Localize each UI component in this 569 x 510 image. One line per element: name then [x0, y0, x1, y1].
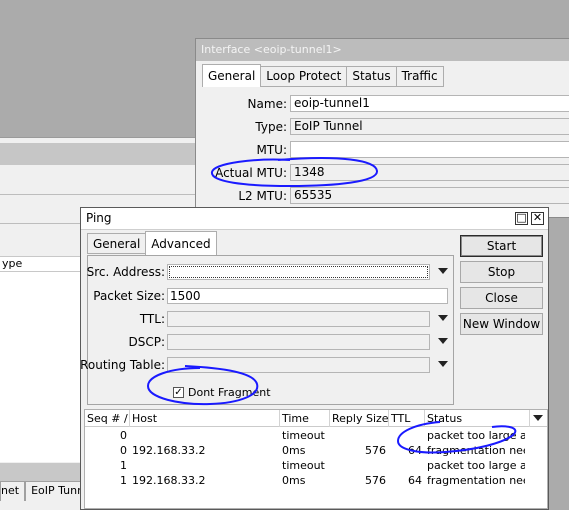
chevron-down-icon[interactable] [438, 338, 448, 344]
type-row: Type: EoIP Tunnel [196, 118, 569, 136]
actual-mtu-row: Actual MTU: 1348 [196, 164, 569, 182]
column-status[interactable]: Status [425, 410, 530, 427]
ping-window: Ping □ ✕ General Advanced Src. Address: … [80, 207, 549, 510]
table-row[interactable]: 0 timeout packet too large a... [85, 428, 547, 443]
cell-time: 0ms [282, 444, 306, 457]
packet-size-input[interactable]: 1500 [167, 288, 448, 304]
background-toolbar [0, 143, 198, 165]
table-row[interactable]: 1 timeout packet too large a... [85, 458, 547, 473]
cell-time: 0ms [282, 474, 306, 487]
cell-reply-size [330, 428, 389, 443]
interface-window: Interface <eoip-tunnel1> General Loop Pr… [195, 38, 569, 218]
table-row[interactable]: 1 192.168.33.2 0ms 576 64 fragmentation … [85, 473, 547, 488]
dont-fragment-label: Dont Fragment [188, 386, 271, 399]
ping-results-table: Seq # / Host Time Reply Size TTL Status … [84, 409, 548, 509]
cell-host [130, 428, 280, 443]
start-button[interactable]: Start [460, 235, 543, 257]
actual-mtu-label: Actual MTU: [215, 166, 287, 180]
cell-status: packet too large a... [427, 459, 525, 472]
advanced-panel: Src. Address: Packet Size: 1500 TTL: DSC… [80, 255, 455, 405]
cell-seq: 1 [120, 474, 127, 487]
table-header: Seq # / Host Time Reply Size TTL Status [85, 410, 547, 427]
interface-tabs: General Loop Protect Status Traffic [202, 64, 444, 87]
l2mtu-field: 65535 [290, 187, 569, 204]
background-tab[interactable]: net [0, 481, 26, 501]
tab-general[interactable]: General [87, 233, 147, 254]
tab-advanced[interactable]: Advanced [145, 231, 217, 255]
cell-ttl: 64 [408, 444, 422, 457]
cell-reply-size: 576 [365, 444, 386, 457]
l2mtu-label: L2 MTU: [238, 189, 287, 203]
routing-table-label: Routing Table: [80, 358, 165, 372]
column-chooser[interactable] [530, 410, 547, 427]
cell-ttl [389, 458, 425, 473]
dont-fragment-option[interactable]: ✓ Dont Fragment [173, 386, 271, 399]
column-time[interactable]: Time [280, 410, 330, 427]
ttl-label: TTL: [139, 312, 165, 326]
cell-host: 192.168.33.2 [132, 444, 206, 457]
tab-general[interactable]: General [202, 64, 262, 87]
ping-tabs: General Advanced [87, 231, 217, 255]
ttl-row: TTL: [88, 311, 455, 327]
tab-loop-protect[interactable]: Loop Protect [260, 66, 348, 87]
dscp-label: DSCP: [128, 335, 165, 349]
mtu-field[interactable] [290, 141, 569, 158]
name-label: Name: [247, 97, 287, 111]
routing-table-row: Routing Table: [80, 357, 455, 373]
cell-host [130, 458, 280, 473]
dont-fragment-checkbox[interactable]: ✓ [173, 387, 184, 398]
packet-size-row: Packet Size: 1500 [88, 288, 455, 304]
table-row[interactable]: 0 192.168.33.2 0ms 576 64 fragmentation … [85, 443, 547, 458]
actual-mtu-field: 1348 [290, 164, 569, 181]
dscp-input[interactable] [167, 334, 430, 350]
routing-table-input[interactable] [167, 357, 430, 373]
cell-ttl: 64 [408, 474, 422, 487]
cell-seq: 0 [120, 429, 127, 442]
src-address-row: Src. Address: [86, 264, 455, 280]
close-button[interactable]: Close [460, 287, 543, 309]
l2mtu-row: L2 MTU: 65535 [196, 187, 569, 205]
cell-seq: 0 [120, 444, 127, 457]
cell-seq: 1 [120, 459, 127, 472]
background-divider [0, 194, 198, 195]
ping-title-text: Ping [86, 211, 112, 225]
mtu-row: MTU: [196, 141, 569, 159]
chevron-down-icon[interactable] [533, 415, 543, 421]
packet-size-label: Packet Size: [93, 289, 165, 303]
type-field: EoIP Tunnel [290, 118, 569, 135]
new-window-button[interactable]: New Window [460, 313, 543, 335]
chevron-down-icon[interactable] [438, 268, 448, 274]
interface-window-title[interactable]: Interface <eoip-tunnel1> [196, 39, 569, 61]
column-reply-size[interactable]: Reply Size [330, 410, 389, 427]
mtu-label: MTU: [256, 143, 287, 157]
cell-status: packet too large a... [427, 429, 525, 442]
ttl-input[interactable] [167, 311, 430, 327]
column-host[interactable]: Host [130, 410, 280, 427]
name-row: Name: eoip-tunnel1 [196, 95, 569, 113]
cell-time: timeout [282, 459, 325, 472]
src-address-input[interactable] [167, 264, 430, 280]
cell-reply-size: 576 [365, 474, 386, 487]
column-ttl[interactable]: TTL [389, 410, 425, 427]
maximize-icon[interactable]: □ [515, 212, 528, 225]
cell-reply-size [330, 458, 389, 473]
stop-button[interactable]: Stop [460, 261, 543, 283]
cell-ttl [389, 428, 425, 443]
dscp-row: DSCP: [88, 334, 455, 350]
cell-status: fragmentation nee... [427, 474, 525, 487]
column-seq[interactable]: Seq # / [85, 410, 130, 427]
chevron-down-icon[interactable] [438, 315, 448, 321]
close-icon[interactable]: ✕ [531, 212, 544, 225]
type-label: Type: [255, 120, 287, 134]
cell-time: timeout [282, 429, 325, 442]
cell-status: fragmentation nee... [427, 444, 525, 457]
tab-status[interactable]: Status [346, 66, 397, 87]
src-address-label: Src. Address: [86, 265, 165, 279]
tab-traffic[interactable]: Traffic [395, 66, 444, 87]
name-field[interactable]: eoip-tunnel1 [290, 95, 569, 112]
cell-host: 192.168.33.2 [132, 474, 206, 487]
chevron-down-icon[interactable] [438, 361, 448, 367]
ping-window-title[interactable]: Ping □ ✕ [81, 208, 548, 230]
